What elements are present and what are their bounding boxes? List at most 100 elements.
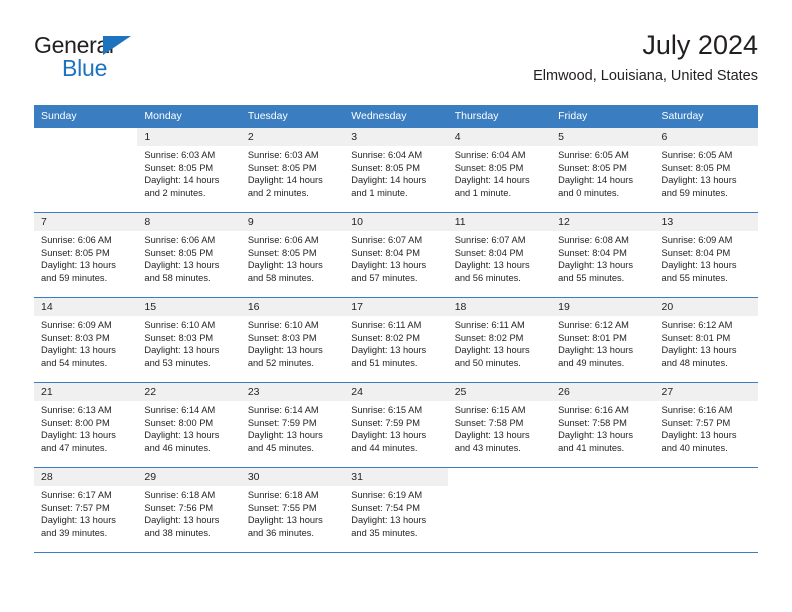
- day-cell[interactable]: 27 Sunrise: 6:16 AM Sunset: 7:57 PM Dayl…: [654, 382, 758, 468]
- daylight-text-line1: Daylight: 14 hours: [144, 175, 220, 186]
- day-cell[interactable]: [447, 467, 552, 553]
- day-cell-inner: 23 Sunrise: 6:14 AM Sunset: 7:59 PM Dayl…: [240, 383, 345, 467]
- sunrise-text: Sunrise: 6:12 AM: [661, 320, 733, 330]
- day-cell[interactable]: 8 Sunrise: 6:06 AM Sunset: 8:05 PM Dayli…: [137, 212, 241, 298]
- day-number: [551, 468, 654, 486]
- sunrise-text: Sunrise: 6:08 AM: [558, 235, 629, 245]
- day-cell-inner: 22 Sunrise: 6:14 AM Sunset: 8:00 PM Dayl…: [137, 383, 241, 467]
- day-details: Sunrise: 6:16 AM Sunset: 7:58 PM Dayligh…: [551, 401, 654, 454]
- calendar-week-row: 1 Sunrise: 6:03 AM Sunset: 8:05 PM Dayli…: [34, 127, 758, 213]
- day-details: Sunrise: 6:06 AM Sunset: 8:05 PM Dayligh…: [34, 231, 137, 284]
- day-cell[interactable]: 18 Sunrise: 6:11 AM Sunset: 8:02 PM Dayl…: [447, 297, 552, 383]
- daylight-text-line1: Daylight: 13 hours: [558, 345, 634, 356]
- day-cell[interactable]: 11 Sunrise: 6:07 AM Sunset: 8:04 PM Dayl…: [447, 212, 552, 298]
- day-number: 11: [447, 213, 552, 231]
- day-number: 7: [34, 213, 138, 231]
- day-cell-inner: 25 Sunrise: 6:15 AM Sunset: 7:58 PM Dayl…: [447, 383, 552, 467]
- day-details: Sunrise: 6:09 AM Sunset: 8:03 PM Dayligh…: [34, 316, 137, 369]
- day-cell[interactable]: 30 Sunrise: 6:18 AM Sunset: 7:55 PM Dayl…: [240, 467, 345, 553]
- day-cell[interactable]: 19 Sunrise: 6:12 AM Sunset: 8:01 PM Dayl…: [551, 297, 655, 383]
- day-cell[interactable]: 1 Sunrise: 6:03 AM Sunset: 8:05 PM Dayli…: [137, 127, 241, 213]
- day-cell-inner: 4 Sunrise: 6:04 AM Sunset: 8:05 PM Dayli…: [447, 128, 552, 212]
- daylight-text-line1: Daylight: 13 hours: [454, 345, 530, 356]
- daylight-text-line2: and 48 minutes.: [661, 357, 728, 368]
- sunset-text: Sunset: 8:04 PM: [558, 247, 627, 258]
- day-cell[interactable]: [34, 127, 138, 213]
- day-details: Sunrise: 6:11 AM Sunset: 8:02 PM Dayligh…: [344, 316, 447, 369]
- day-cell[interactable]: 2 Sunrise: 6:03 AM Sunset: 8:05 PM Dayli…: [240, 127, 345, 213]
- day-cell-inner: 29 Sunrise: 6:18 AM Sunset: 7:56 PM Dayl…: [137, 468, 241, 552]
- day-cell[interactable]: 26 Sunrise: 6:16 AM Sunset: 7:58 PM Dayl…: [551, 382, 655, 468]
- day-details: Sunrise: 6:10 AM Sunset: 8:03 PM Dayligh…: [137, 316, 240, 369]
- calendar-header-row-group: Sunday Monday Tuesday Wednesday Thursday…: [34, 105, 758, 128]
- day-number: 27: [654, 383, 758, 401]
- day-cell-inner: 26 Sunrise: 6:16 AM Sunset: 7:58 PM Dayl…: [551, 383, 655, 467]
- day-details: Sunrise: 6:06 AM Sunset: 8:05 PM Dayligh…: [241, 231, 344, 284]
- day-cell[interactable]: [654, 467, 758, 553]
- sunset-text: Sunset: 8:05 PM: [144, 247, 214, 258]
- sunset-text: Sunset: 7:58 PM: [454, 417, 524, 428]
- day-cell[interactable]: [551, 467, 655, 553]
- day-cell[interactable]: 17 Sunrise: 6:11 AM Sunset: 8:02 PM Dayl…: [344, 297, 448, 383]
- sunrise-text: Sunrise: 6:07 AM: [454, 235, 526, 245]
- sunrise-text: Sunrise: 6:06 AM: [144, 235, 216, 245]
- weekday-header-sunday: Sunday: [34, 105, 138, 128]
- day-cell[interactable]: 6 Sunrise: 6:05 AM Sunset: 8:05 PM Dayli…: [654, 127, 758, 213]
- sunrise-text: Sunrise: 6:15 AM: [454, 405, 526, 415]
- day-cell-inner: 1 Sunrise: 6:03 AM Sunset: 8:05 PM Dayli…: [137, 128, 241, 212]
- sunset-text: Sunset: 8:02 PM: [351, 332, 420, 343]
- weekday-header-wednesday: Wednesday: [344, 105, 448, 128]
- day-cell[interactable]: 7 Sunrise: 6:06 AM Sunset: 8:05 PM Dayli…: [34, 212, 138, 298]
- daylight-text-line2: and 39 minutes.: [41, 527, 108, 538]
- day-cell-inner: 6 Sunrise: 6:05 AM Sunset: 8:05 PM Dayli…: [654, 128, 758, 212]
- day-cell[interactable]: 5 Sunrise: 6:05 AM Sunset: 8:05 PM Dayli…: [551, 127, 655, 213]
- day-cell[interactable]: 4 Sunrise: 6:04 AM Sunset: 8:05 PM Dayli…: [447, 127, 552, 213]
- day-cell[interactable]: 23 Sunrise: 6:14 AM Sunset: 7:59 PM Dayl…: [240, 382, 345, 468]
- sunrise-sunset-calendar-table: Sunday Monday Tuesday Wednesday Thursday…: [34, 105, 758, 553]
- daylight-text-line1: Daylight: 13 hours: [144, 515, 220, 526]
- day-details: [448, 486, 551, 489]
- page-title: July 2024: [642, 30, 758, 60]
- day-number: 25: [447, 383, 552, 401]
- day-number: 4: [447, 128, 552, 146]
- weekday-header-monday: Monday: [137, 105, 241, 128]
- day-cell[interactable]: 14 Sunrise: 6:09 AM Sunset: 8:03 PM Dayl…: [34, 297, 138, 383]
- day-cell[interactable]: 3 Sunrise: 6:04 AM Sunset: 8:05 PM Dayli…: [344, 127, 448, 213]
- day-cell[interactable]: 15 Sunrise: 6:10 AM Sunset: 8:03 PM Dayl…: [137, 297, 241, 383]
- sunset-text: Sunset: 8:04 PM: [661, 247, 731, 258]
- sunrise-text: Sunrise: 6:18 AM: [247, 490, 319, 500]
- day-number: 22: [137, 383, 241, 401]
- daylight-text-line2: and 2 minutes.: [247, 187, 309, 198]
- day-number: 12: [551, 213, 655, 231]
- sunset-text: Sunset: 8:05 PM: [558, 162, 627, 173]
- day-details: Sunrise: 6:03 AM Sunset: 8:05 PM Dayligh…: [241, 146, 344, 199]
- sunrise-text: Sunrise: 6:10 AM: [144, 320, 216, 330]
- sunrise-text: Sunrise: 6:19 AM: [351, 490, 423, 500]
- day-cell[interactable]: 12 Sunrise: 6:08 AM Sunset: 8:04 PM Dayl…: [551, 212, 655, 298]
- day-cell[interactable]: 13 Sunrise: 6:09 AM Sunset: 8:04 PM Dayl…: [654, 212, 758, 298]
- day-cell-inner: 9 Sunrise: 6:06 AM Sunset: 8:05 PM Dayli…: [240, 213, 345, 297]
- day-cell[interactable]: 22 Sunrise: 6:14 AM Sunset: 8:00 PM Dayl…: [137, 382, 241, 468]
- day-cell[interactable]: 16 Sunrise: 6:10 AM Sunset: 8:03 PM Dayl…: [240, 297, 345, 383]
- day-cell[interactable]: 29 Sunrise: 6:18 AM Sunset: 7:56 PM Dayl…: [137, 467, 241, 553]
- day-cell[interactable]: 28 Sunrise: 6:17 AM Sunset: 7:57 PM Dayl…: [34, 467, 138, 553]
- day-cell[interactable]: 31 Sunrise: 6:19 AM Sunset: 7:54 PM Dayl…: [344, 467, 448, 553]
- day-details: Sunrise: 6:14 AM Sunset: 7:59 PM Dayligh…: [241, 401, 344, 454]
- day-number: 15: [137, 298, 241, 316]
- logo-text-general: General: [34, 32, 114, 58]
- day-number: 10: [344, 213, 448, 231]
- calendar-week-row: 14 Sunrise: 6:09 AM Sunset: 8:03 PM Dayl…: [34, 297, 758, 383]
- day-cell-inner: 20 Sunrise: 6:12 AM Sunset: 8:01 PM Dayl…: [654, 298, 758, 382]
- day-number: 23: [240, 383, 345, 401]
- day-cell[interactable]: 9 Sunrise: 6:06 AM Sunset: 8:05 PM Dayli…: [240, 212, 345, 298]
- day-cell[interactable]: 24 Sunrise: 6:15 AM Sunset: 7:59 PM Dayl…: [344, 382, 448, 468]
- sunrise-text: Sunrise: 6:04 AM: [454, 150, 526, 160]
- day-cell-inner: 13 Sunrise: 6:09 AM Sunset: 8:04 PM Dayl…: [654, 213, 758, 297]
- day-cell[interactable]: 25 Sunrise: 6:15 AM Sunset: 7:58 PM Dayl…: [447, 382, 552, 468]
- day-details: Sunrise: 6:17 AM Sunset: 7:57 PM Dayligh…: [34, 486, 137, 539]
- day-cell[interactable]: 20 Sunrise: 6:12 AM Sunset: 8:01 PM Dayl…: [654, 297, 758, 383]
- day-cell-inner: 21 Sunrise: 6:13 AM Sunset: 8:00 PM Dayl…: [34, 383, 138, 467]
- daylight-text-line1: Daylight: 13 hours: [351, 345, 427, 356]
- day-cell[interactable]: 10 Sunrise: 6:07 AM Sunset: 8:04 PM Dayl…: [344, 212, 448, 298]
- day-cell[interactable]: 21 Sunrise: 6:13 AM Sunset: 8:00 PM Dayl…: [34, 382, 138, 468]
